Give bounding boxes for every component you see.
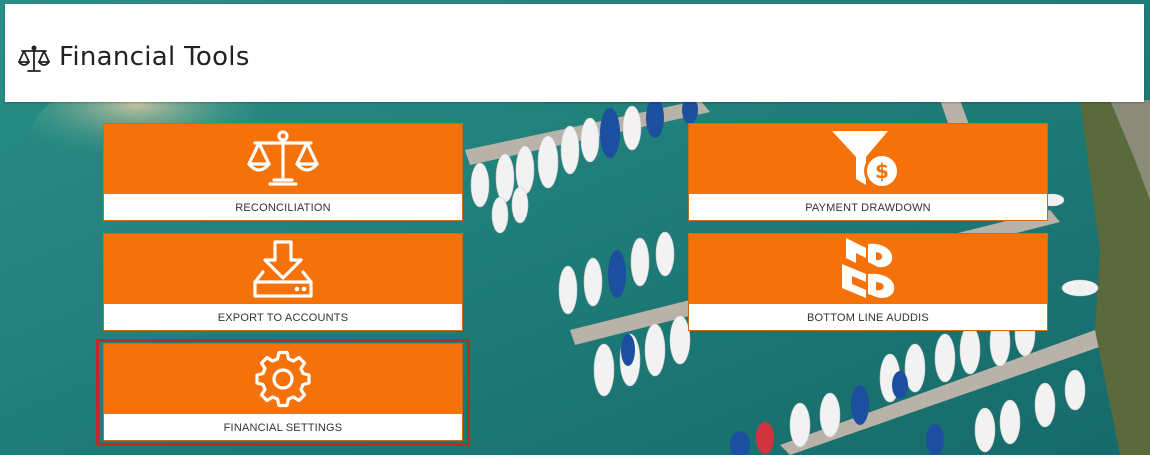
gear-icon [255, 350, 311, 408]
tile-payment-drawdown[interactable]: $ PAYMENT DRAWDOWN [688, 123, 1048, 221]
tile-reconciliation-label: RECONCILIATION [235, 202, 331, 214]
funnel-dollar-icon: $ [832, 131, 900, 189]
tile-payment-drawdown-label: PAYMENT DRAWDOWN [805, 202, 931, 214]
tile-export-to-accounts[interactable]: EXPORT TO ACCOUNTS [103, 233, 463, 331]
tile-reconciliation[interactable]: RECONCILIATION [103, 123, 463, 221]
tile-financial-settings-label: FINANCIAL SETTINGS [223, 422, 343, 434]
scales-icon [18, 45, 50, 72]
tile-payment-drawdown-face: $ [689, 124, 1047, 194]
tile-bottom-line-auddis[interactable]: BOTTOM LINE AUDDIS [688, 233, 1048, 331]
tile-export-to-accounts-face [104, 234, 462, 304]
tile-reconciliation-face [104, 124, 462, 194]
svg-text:$: $ [875, 159, 889, 183]
tile-export-to-accounts-label: EXPORT TO ACCOUNTS [217, 312, 349, 324]
tile-bottom-line-auddis-face [689, 234, 1047, 304]
tile-financial-settings-face [104, 344, 462, 414]
download-tray-icon [253, 240, 313, 298]
page-title: Financial Tools [59, 42, 250, 72]
scales-icon [247, 130, 319, 186]
page-header: Financial Tools [5, 4, 1144, 102]
tile-financial-settings[interactable]: FINANCIAL SETTINGS [103, 343, 463, 441]
bottomline-logo-icon [842, 238, 895, 298]
tile-bottom-line-auddis-label: BOTTOM LINE AUDDIS [807, 312, 929, 324]
